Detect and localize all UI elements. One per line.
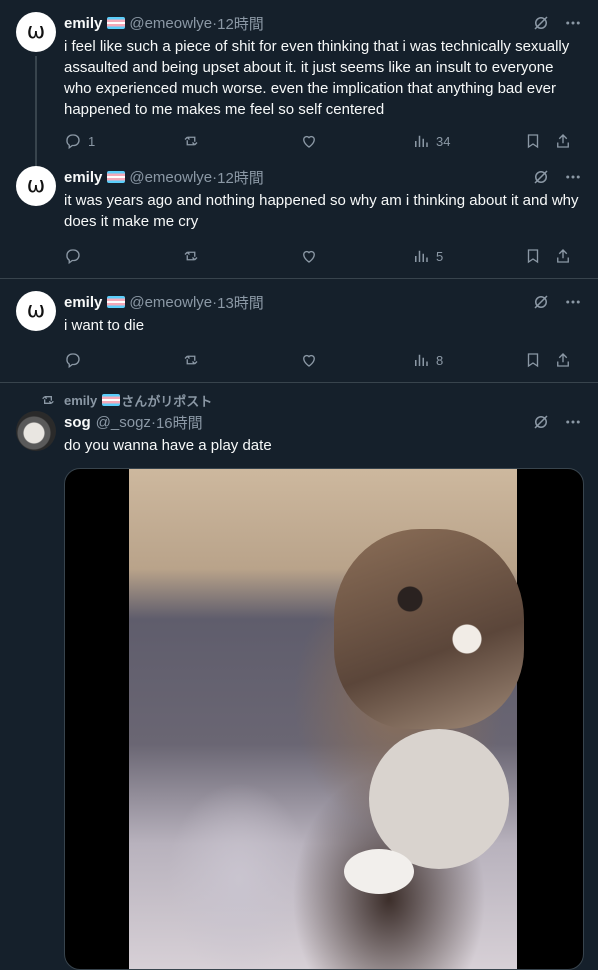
heart-icon — [303, 250, 315, 263]
repost-icon — [184, 136, 198, 146]
views-count: 34 — [436, 133, 451, 149]
avatar[interactable] — [16, 411, 56, 451]
repost-button[interactable] — [182, 351, 300, 369]
display-name[interactable]: emily — [64, 15, 102, 32]
reply-icon — [66, 134, 80, 150]
tweet[interactable]: ω emily @emeowlye · 12時間 i feel like suc… — [0, 0, 598, 180]
user-handle[interactable]: @_sogz — [96, 414, 151, 431]
more-options-icon[interactable] — [564, 168, 582, 186]
grok-icon[interactable] — [532, 413, 550, 431]
repost-button[interactable] — [182, 132, 300, 150]
action-bar: 5 — [64, 234, 582, 278]
bookmark-icon — [527, 134, 539, 149]
cat-image — [334, 529, 524, 729]
views-button[interactable]: 5 — [412, 247, 524, 265]
tweet[interactable]: emily さんがリポスト sog @_sogz · 16時間 do you w… — [0, 383, 598, 970]
trans-flag-icon — [107, 296, 126, 308]
trans-flag-icon — [107, 17, 126, 29]
tweet-text: i want to die — [64, 317, 145, 334]
bookmark-button[interactable] — [524, 247, 554, 265]
reply-button[interactable] — [64, 351, 182, 369]
bookmark-icon — [527, 249, 539, 264]
timestamp[interactable]: 12時間 — [217, 13, 264, 34]
display-name[interactable]: emily — [64, 294, 102, 311]
repost-icon — [184, 251, 198, 261]
trans-flag-icon — [102, 394, 121, 406]
tweet-text: i feel like such a piece of shit for eve… — [64, 38, 570, 118]
reply-button[interactable] — [64, 247, 182, 265]
repost-icon — [42, 396, 54, 404]
avatar[interactable]: ω — [16, 291, 56, 331]
views-button[interactable]: 34 — [412, 132, 524, 150]
bookmark-button[interactable] — [524, 351, 554, 369]
thread-line — [35, 56, 37, 180]
like-button[interactable] — [300, 132, 412, 150]
like-button[interactable] — [300, 351, 412, 369]
more-options-icon[interactable] — [564, 293, 582, 311]
views-count: 8 — [436, 352, 444, 368]
grok-icon[interactable] — [532, 168, 550, 186]
user-handle[interactable]: @emeowlye — [129, 294, 212, 311]
views-icon — [415, 135, 428, 147]
timestamp[interactable]: 16時間 — [156, 412, 203, 433]
reply-button[interactable]: 1 — [64, 132, 182, 150]
user-handle[interactable]: @emeowlye — [129, 169, 212, 186]
grok-icon[interactable] — [532, 293, 550, 311]
heart-icon — [303, 135, 315, 148]
share-button[interactable] — [554, 351, 572, 369]
tweet[interactable]: ω emily @emeowlye · 12時間 it was years ag… — [0, 160, 598, 279]
action-bar: 8 — [64, 338, 582, 382]
reposter-name[interactable]: emily — [64, 393, 97, 408]
bookmark-button[interactable] — [524, 132, 554, 150]
cat-image-chest — [369, 729, 509, 869]
display-name[interactable]: sog — [64, 414, 91, 431]
share-icon — [557, 249, 569, 263]
more-options-icon[interactable] — [564, 14, 582, 32]
views-icon — [415, 354, 428, 366]
heart-icon — [303, 354, 315, 367]
like-button[interactable] — [300, 247, 412, 265]
avatar[interactable]: ω — [16, 12, 56, 52]
bookmark-icon — [527, 353, 539, 368]
repost-icon — [184, 355, 198, 365]
views-button[interactable]: 8 — [412, 351, 524, 369]
more-options-icon[interactable] — [564, 413, 582, 431]
share-icon — [557, 353, 569, 367]
display-name[interactable]: emily — [64, 169, 102, 186]
timestamp[interactable]: 12時間 — [217, 167, 264, 188]
reply-icon — [66, 353, 80, 369]
tweet-text: do you wanna have a play date — [64, 437, 272, 454]
action-bar: 1 34 — [64, 122, 582, 160]
grok-icon[interactable] — [532, 14, 550, 32]
video-player[interactable] — [64, 468, 584, 970]
tweet-text: it was years ago and nothing happened so… — [64, 192, 579, 230]
share-button[interactable] — [554, 247, 572, 265]
cat-video-frame[interactable] — [129, 469, 524, 969]
reply-icon — [66, 249, 80, 265]
repost-indicator[interactable]: emily さんがリポスト — [16, 391, 582, 409]
trans-flag-icon — [107, 171, 126, 183]
avatar[interactable]: ω — [16, 166, 56, 206]
timestamp[interactable]: 13時間 — [217, 292, 264, 313]
user-handle[interactable]: @emeowlye — [129, 15, 212, 32]
share-icon — [557, 134, 569, 148]
views-icon — [415, 250, 428, 262]
cat-image-paw — [344, 849, 414, 894]
share-button[interactable] — [554, 132, 572, 150]
repost-suffix: さんがリポスト — [121, 393, 213, 409]
repost-button[interactable] — [182, 247, 300, 265]
views-count: 5 — [436, 248, 444, 264]
tweet[interactable]: ω emily @emeowlye · 13時間 i want to die 8 — [0, 279, 598, 383]
reply-count: 1 — [88, 133, 96, 149]
